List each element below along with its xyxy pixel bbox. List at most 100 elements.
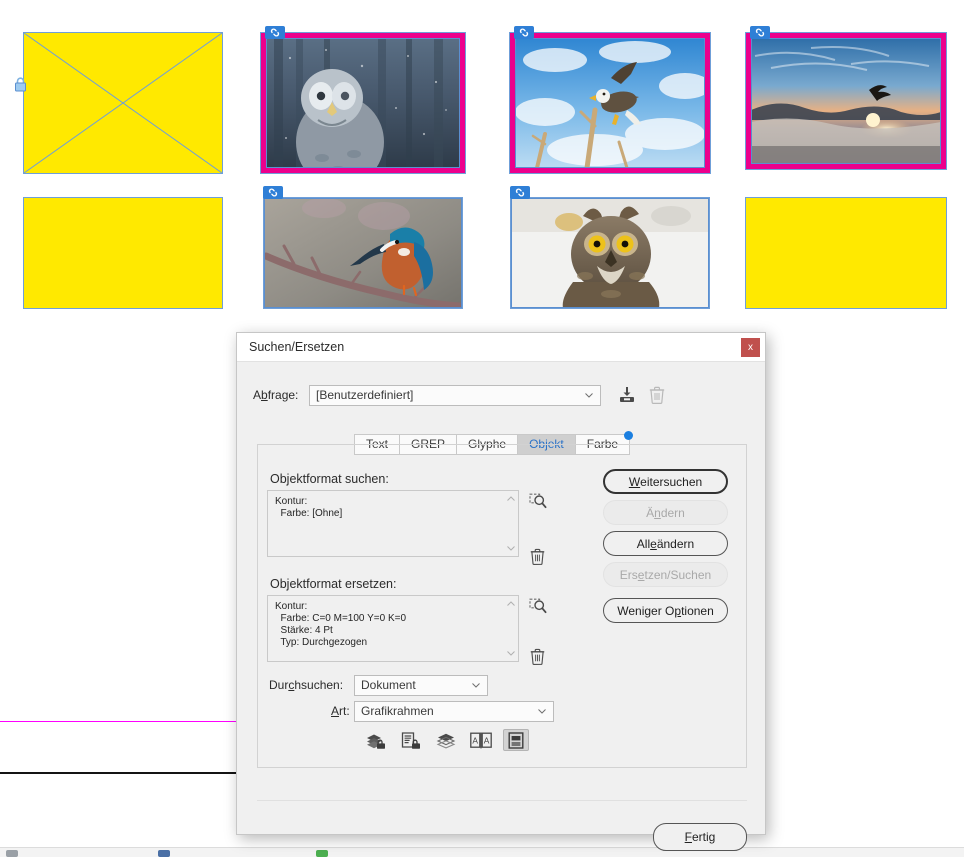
- close-icon[interactable]: x: [741, 338, 760, 357]
- chevron-down-icon: [538, 709, 546, 714]
- toggle-hidden-layers[interactable]: [433, 729, 459, 751]
- save-query-icon[interactable]: [618, 386, 636, 404]
- change-format-line-0: Kontur:: [275, 601, 308, 612]
- image-kingfisher: [264, 198, 462, 308]
- svg-text:A: A: [484, 735, 490, 745]
- fewer-options-pre: Weniger O: [617, 603, 675, 618]
- change-pre: Ä: [646, 505, 655, 520]
- footnotes-icon: [508, 731, 524, 749]
- change-button[interactable]: Än dern: [603, 500, 728, 525]
- dialog-body: Abfrage: [Benutzerdefiniert] Text GREP G…: [237, 362, 765, 851]
- master-pages-icon: A A: [470, 732, 492, 748]
- clear-find-attributes-icon[interactable]: [530, 548, 545, 565]
- link-badge-icon[interactable]: [263, 186, 283, 199]
- chevron-up-icon: [507, 496, 515, 501]
- image-great-horned-owl: [511, 198, 709, 308]
- change-all-post: ändern: [656, 536, 695, 551]
- empty-frame-cross-icon: [24, 33, 222, 173]
- graphic-frame-eagle[interactable]: [509, 26, 711, 174]
- lock-icon: [14, 77, 27, 92]
- change-all-accel: e: [650, 536, 657, 551]
- toggle-master-pages[interactable]: A A: [468, 729, 494, 751]
- search-scope-value: Dokument: [361, 678, 416, 692]
- find-format-line-0: Kontur:: [275, 496, 308, 507]
- done-button[interactable]: Fertig: [653, 823, 747, 851]
- dialog-titlebar[interactable]: Suchen/Ersetzen x: [237, 333, 765, 362]
- change-format-line-2: Stärke: 4 Pt: [275, 625, 333, 636]
- graphic-frame-kingfisher[interactable]: [263, 186, 463, 309]
- change-format-box[interactable]: Kontur: Farbe: C=0 M=100 Y=0 K=0 Stärke:…: [267, 595, 519, 662]
- graphic-frame-empty-2[interactable]: [23, 197, 223, 309]
- change-format-line-3: Typ: Durchgezogen: [275, 637, 368, 648]
- change-format-scrollbar[interactable]: [505, 597, 517, 660]
- change-format-line-1: Farbe: C=0 M=100 Y=0 K=0: [275, 613, 407, 624]
- taskbar-icon-2[interactable]: [158, 850, 170, 857]
- image-bird-sunset: [751, 38, 941, 164]
- chevron-down-icon: [585, 393, 593, 398]
- find-next-button[interactable]: Weitersuchen: [603, 469, 728, 494]
- hidden-layers-icon: [436, 733, 456, 749]
- query-label: Abfrage:: [253, 388, 298, 402]
- change-find-pre: Ers: [619, 567, 638, 582]
- link-badge-icon[interactable]: [265, 26, 285, 39]
- done-accel: F: [684, 830, 692, 844]
- link-badge-icon[interactable]: [514, 26, 534, 39]
- type-label: Art:: [331, 704, 350, 718]
- query-dropdown[interactable]: [Benutzerdefiniert]: [309, 385, 601, 406]
- scope-pre: Dur: [269, 678, 289, 692]
- change-all-button[interactable]: All e ändern: [603, 531, 728, 556]
- chevron-down-icon: [507, 651, 515, 656]
- taskbar[interactable]: [0, 847, 964, 857]
- link-badge-icon[interactable]: [750, 26, 770, 39]
- graphic-frame-horned-owl[interactable]: [510, 186, 710, 309]
- tab-farbe-badge: [624, 431, 634, 440]
- svg-text:A: A: [472, 735, 478, 745]
- image-great-grey-owl: [266, 38, 460, 168]
- graphic-frame-empty-1[interactable]: [15, 32, 223, 174]
- search-scope-toggles[interactable]: A A: [363, 729, 529, 751]
- find-next-accel: W: [628, 474, 641, 489]
- taskbar-icon-3[interactable]: [316, 850, 328, 857]
- graphic-frame-empty-3[interactable]: [745, 197, 947, 309]
- delete-query-icon[interactable]: [649, 386, 665, 405]
- chevron-down-icon: [507, 546, 515, 551]
- find-change-dialog[interactable]: Suchen/Ersetzen x Abfrage: [Benutzerdefi…: [236, 332, 766, 851]
- fewer-options-accel: p: [674, 603, 682, 618]
- graphic-frame-sunset-bird[interactable]: [745, 26, 947, 170]
- clear-change-attributes-icon[interactable]: [530, 648, 545, 665]
- graphic-frame-owl-grey[interactable]: [260, 26, 466, 174]
- footer-divider: [257, 800, 747, 801]
- specify-change-attributes-icon[interactable]: [529, 597, 547, 615]
- specify-attributes-icon[interactable]: [529, 492, 547, 510]
- find-next-post: eitersuchen: [640, 474, 703, 489]
- locked-stories-icon: [401, 731, 420, 749]
- screen: Suchen/Ersetzen x Abfrage: [Benutzerdefi…: [0, 0, 964, 857]
- search-scope-label: Durchsuchen:: [269, 678, 343, 692]
- find-format-line-1: Farbe: [Ohne]: [275, 508, 343, 519]
- change-find-accel: e: [637, 567, 645, 582]
- type-dropdown[interactable]: Grafikrahmen: [354, 701, 554, 722]
- query-value: [Benutzerdefiniert]: [316, 388, 414, 402]
- toggle-footnotes[interactable]: [503, 729, 529, 751]
- query-label-accel: b: [261, 388, 268, 402]
- link-badge-icon[interactable]: [510, 186, 530, 199]
- find-format-scrollbar[interactable]: [505, 492, 517, 555]
- find-format-box[interactable]: Kontur: Farbe: [Ohne]: [267, 490, 519, 557]
- chevron-up-icon: [507, 601, 515, 606]
- change-find-post: tzen/Suchen: [644, 567, 712, 582]
- change-all-pre: All: [636, 536, 651, 551]
- toggle-locked-stories[interactable]: [398, 729, 424, 751]
- fewer-options-button[interactable]: Weniger Op tionen: [603, 598, 728, 623]
- search-scope-dropdown[interactable]: Dokument: [354, 675, 488, 696]
- dialog-title: Suchen/Ersetzen: [249, 340, 345, 354]
- change-find-button[interactable]: Ers e tzen/Suchen: [603, 562, 728, 587]
- done-post: ertig: [692, 830, 716, 844]
- type-post: rt:: [339, 704, 350, 718]
- taskbar-icon-1[interactable]: [6, 850, 18, 857]
- type-accel: A: [331, 704, 340, 718]
- fewer-options-post: tionen: [681, 603, 714, 618]
- change-post: dern: [660, 505, 685, 520]
- type-value: Grafikrahmen: [361, 704, 434, 718]
- toggle-locked-layers[interactable]: [363, 729, 389, 751]
- find-format-title: Objektformat suchen:: [270, 472, 389, 486]
